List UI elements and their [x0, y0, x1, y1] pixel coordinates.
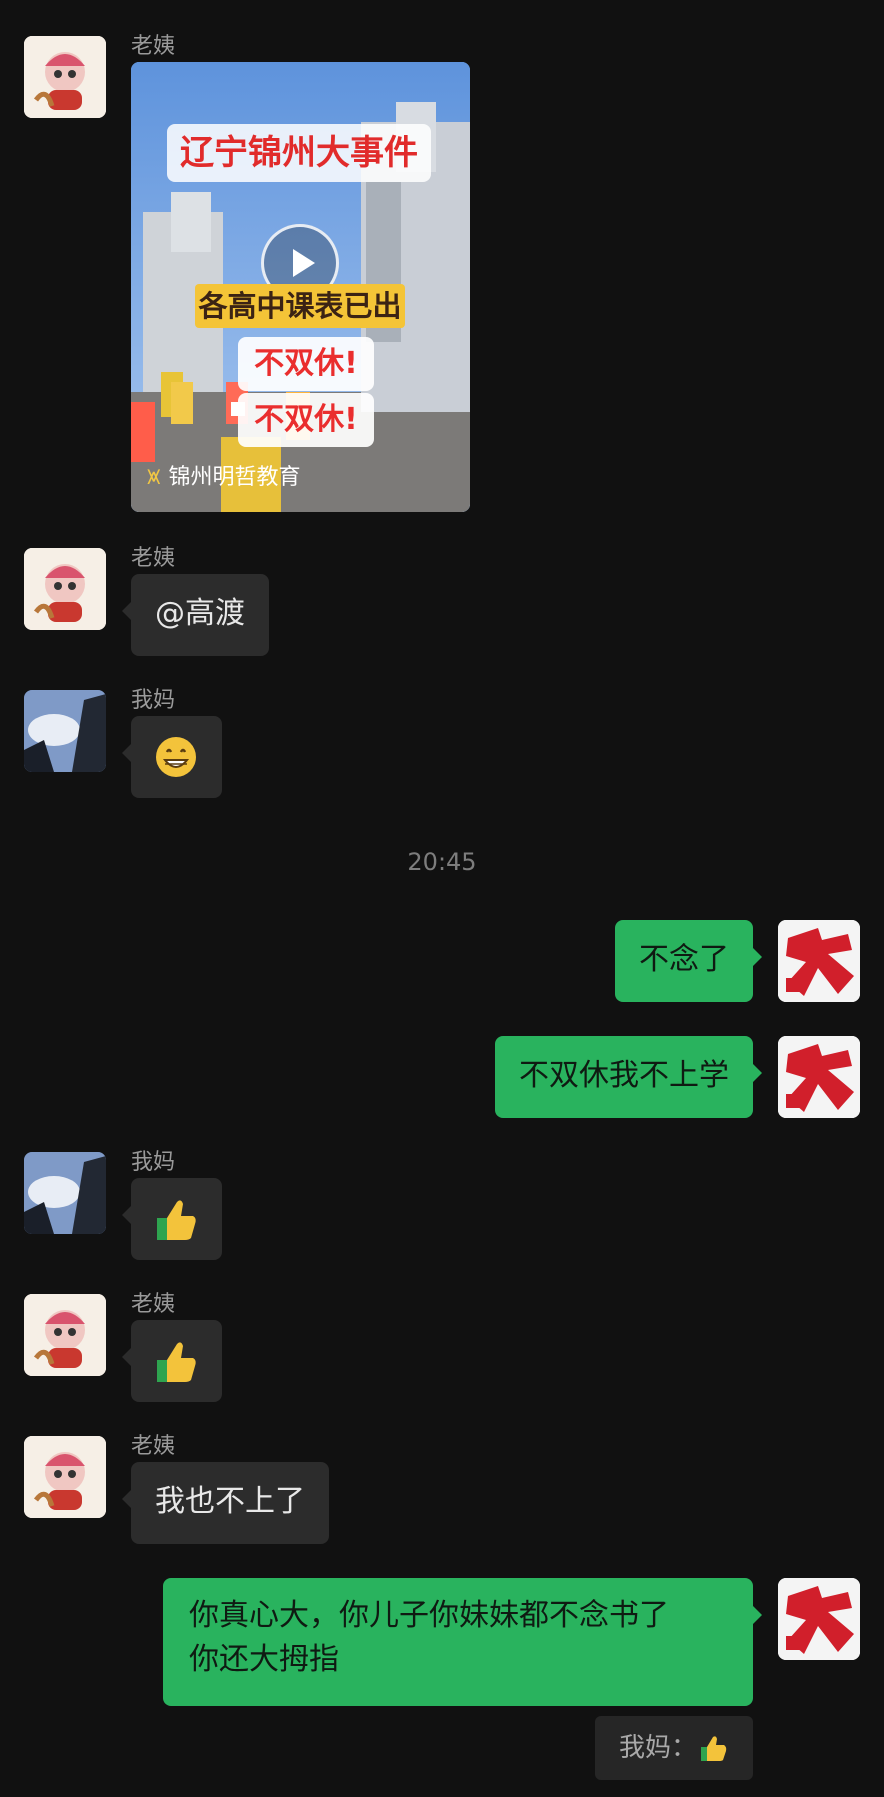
- avatar-image: [24, 1436, 106, 1518]
- message-bubble[interactable]: [122, 1320, 222, 1402]
- message-bubble[interactable]: 不念了: [615, 920, 762, 1002]
- avatar-laoyi[interactable]: [24, 1294, 106, 1376]
- message-bubble[interactable]: [122, 1178, 222, 1260]
- avatar-image: [24, 548, 106, 630]
- avatar-image: [24, 690, 106, 772]
- sender-name: 我妈: [131, 1150, 176, 1175]
- message-bubble[interactable]: [122, 716, 222, 798]
- grinning-face-icon: [156, 737, 196, 777]
- timestamp: 20:45: [407, 848, 477, 876]
- sender-name: 老姨: [131, 1292, 176, 1317]
- video-brand: ⩙ 锦州明哲教育: [147, 458, 301, 494]
- brand-logo-icon: ⩙: [147, 462, 161, 490]
- quote-text: 我妈：: [618, 1733, 697, 1763]
- video-caption-2: 不双休!: [238, 337, 374, 391]
- quoted-message[interactable]: 我妈：: [594, 1716, 753, 1780]
- thumbs-up-icon: [157, 1342, 196, 1382]
- message-line: 你还大拇指: [189, 1642, 339, 1677]
- sender-name: 老姨: [131, 546, 176, 571]
- video-banner: 辽宁锦州大事件: [167, 124, 431, 182]
- message-bubble[interactable]: 你真心大，你儿子你妹妹都不念书了 你还大拇指: [163, 1578, 762, 1706]
- avatar-me[interactable]: [778, 1036, 860, 1118]
- message-bubble[interactable]: 不双休我不上学: [495, 1036, 762, 1118]
- avatar-laoyi[interactable]: [24, 36, 106, 118]
- avatar-image: [24, 1152, 106, 1234]
- sender-name: 老姨: [131, 1434, 176, 1459]
- message-bubble[interactable]: @高渡: [122, 574, 269, 656]
- avatar-image: [778, 1036, 860, 1118]
- avatar-mom[interactable]: [24, 1152, 106, 1234]
- avatar-me[interactable]: [778, 1578, 860, 1660]
- thumbs-up-icon: [157, 1200, 196, 1240]
- video-caption-1: 各高中课表已出: [195, 284, 405, 328]
- thumbs-up-icon: [701, 1735, 727, 1761]
- avatar-me[interactable]: [778, 920, 860, 1002]
- avatar-mom[interactable]: [24, 690, 106, 772]
- brand-label: 锦州明哲教育: [168, 465, 301, 490]
- avatar-image: [24, 36, 106, 118]
- avatar-laoyi[interactable]: [24, 1436, 106, 1518]
- video-caption-3: 不双休!: [238, 393, 374, 447]
- avatar-laoyi[interactable]: [24, 548, 106, 630]
- sender-name: 我妈: [131, 688, 176, 713]
- avatar-image: [778, 1578, 860, 1660]
- avatar-image: [778, 920, 860, 1002]
- message-line: 你真心大，你儿子你妹妹都不念书了: [189, 1598, 669, 1633]
- message-bubble[interactable]: 我也不上了: [122, 1462, 329, 1544]
- video-message[interactable]: 辽宁锦州大事件 各高中课表已出 不双休! 不双休! ⩙ 锦州明哲教育: [131, 62, 470, 512]
- avatar-image: [24, 1294, 106, 1376]
- sender-name: 老姨: [131, 34, 176, 59]
